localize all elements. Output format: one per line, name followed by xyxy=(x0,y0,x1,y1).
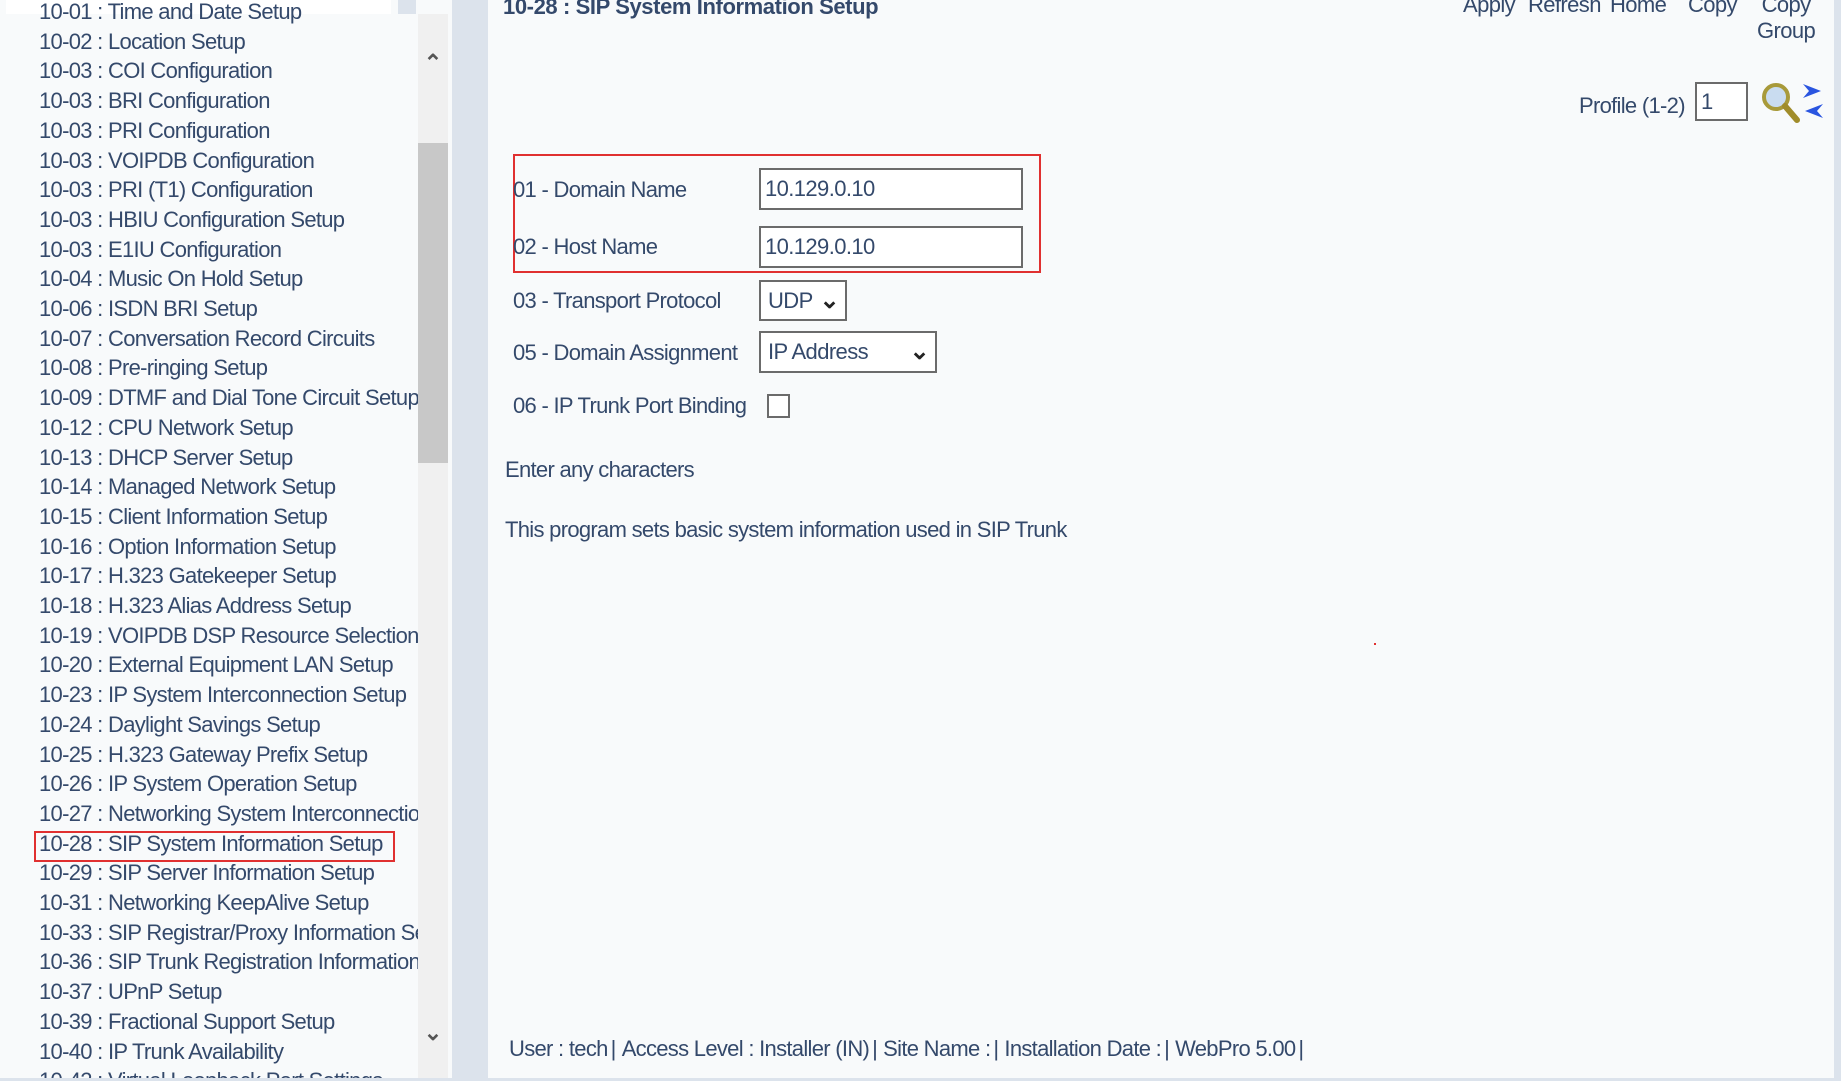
sidebar: 10-01 : Time and Date Setup 10-02 : Locat… xyxy=(0,0,450,1081)
sidebar-item[interactable]: 10-03 : COI Configuration xyxy=(39,58,273,84)
status-footer: User : tech | Access Level : Installer (I… xyxy=(509,1036,1304,1061)
domain-assignment-label: 05 - Domain Assignment xyxy=(513,340,738,365)
sidebar-item[interactable]: 10-37 : UPnP Setup xyxy=(39,979,222,1005)
sidebar-item[interactable]: 10-40 : IP Trunk Availability xyxy=(39,1039,284,1065)
sidebar-item[interactable]: 10-29 : SIP Server Information Setup xyxy=(39,860,375,886)
domain-assignment-value: IP Address xyxy=(768,339,869,364)
host-name-input[interactable]: 10.129.0.10 xyxy=(759,226,1023,268)
selected-item-highlight xyxy=(34,831,395,862)
sidebar-item[interactable]: 10-01 : Time and Date Setup xyxy=(39,0,302,25)
sidebar-item[interactable]: 10-31 : Networking KeepAlive Setup xyxy=(39,890,369,916)
copy-group-line2: Group xyxy=(1757,18,1816,43)
sidebar-item[interactable]: 10-04 : Music On Hold Setup xyxy=(39,266,303,292)
sidebar-item[interactable]: 10-12 : CPU Network Setup xyxy=(39,415,294,441)
sidebar-item[interactable]: 10-09 : DTMF and Dial Tone Circuit Setup xyxy=(39,385,419,411)
domain-name-label: 01 - Domain Name xyxy=(513,177,687,202)
domain-name-input[interactable]: 10.129.0.10 xyxy=(759,168,1023,210)
transport-protocol-select[interactable]: UDP ⌄ xyxy=(759,280,847,321)
apply-button[interactable]: Apply xyxy=(1463,0,1516,18)
page-title: 10-28 : SIP System Information Setup xyxy=(503,0,879,19)
sidebar-item[interactable]: 10-23 : IP System Interconnection Setup xyxy=(39,682,407,708)
sidebar-item[interactable]: 10-19 : VOIPDB DSP Resource Selection xyxy=(39,623,419,649)
description-text: This program sets basic system informati… xyxy=(505,517,1067,542)
sidebar-item[interactable]: 10-03 : VOIPDB Configuration xyxy=(39,148,315,174)
sidebar-scrollbar[interactable]: ⌃ ⌄ xyxy=(418,14,448,1081)
footer-access-level: Access Level : Installer (IN) xyxy=(621,1036,870,1061)
sidebar-item[interactable]: 10-03 : HBIU Configuration Setup xyxy=(39,207,345,233)
scroll-down-icon[interactable]: ⌄ xyxy=(421,1020,445,1045)
host-name-label: 02 - Host Name xyxy=(513,234,658,259)
transport-protocol-label: 03 - Transport Protocol xyxy=(513,288,721,313)
domain-assignment-select[interactable]: IP Address ⌄ xyxy=(759,331,937,373)
sidebar-item[interactable]: 10-02 : Location Setup xyxy=(39,29,246,55)
sidebar-item[interactable]: 10-33 : SIP Registrar/Proxy Information … xyxy=(39,920,419,946)
hint-text: Enter any characters xyxy=(505,457,695,482)
sidebar-item[interactable]: 10-39 : Fractional Support Setup xyxy=(39,1009,335,1035)
sidebar-item[interactable]: 10-08 : Pre-ringing Setup xyxy=(39,355,268,381)
copy-group-button[interactable]: Copy Group xyxy=(1757,0,1816,44)
sidebar-item[interactable]: 10-14 : Managed Network Setup xyxy=(39,474,336,500)
sidebar-item[interactable]: 10-03 : BRI Configuration xyxy=(39,88,270,114)
magnifier-icon[interactable] xyxy=(1760,80,1800,124)
refresh-button[interactable]: Refresh xyxy=(1528,0,1601,18)
ip-trunk-port-binding-checkbox[interactable] xyxy=(767,394,790,418)
right-border xyxy=(1834,0,1841,1081)
sidebar-item[interactable]: 10-03 : PRI (T1) Configuration xyxy=(39,177,313,203)
footer-site-name: Site Name : xyxy=(883,1036,991,1061)
footer-version: WebPro 5.00 xyxy=(1175,1036,1296,1061)
profile-label: Profile (1-2) xyxy=(1579,93,1686,118)
frame-divider[interactable] xyxy=(452,0,488,1081)
chevron-down-icon: ⌄ xyxy=(819,287,839,314)
sidebar-item[interactable]: 10-03 : PRI Configuration xyxy=(39,118,270,144)
sidebar-item[interactable]: 10-24 : Daylight Savings Setup xyxy=(39,712,321,738)
footer-user: User : tech xyxy=(509,1036,608,1061)
scrollbar-thumb[interactable] xyxy=(418,143,448,463)
next-prev-arrows-icon[interactable] xyxy=(1801,80,1825,122)
sidebar-item[interactable]: 10-03 : E1IU Configuration xyxy=(39,237,282,263)
sidebar-item[interactable]: 10-20 : External Equipment LAN Setup xyxy=(39,652,394,678)
transport-protocol-value: UDP xyxy=(768,287,813,313)
copy-group-line1: Copy xyxy=(1761,0,1812,17)
sidebar-item[interactable]: 10-16 : Option Information Setup xyxy=(39,534,336,560)
program-list: 10-01 : Time and Date Setup 10-02 : Locat… xyxy=(39,0,419,1081)
chevron-down-icon: ⌄ xyxy=(909,338,929,365)
red-dot xyxy=(1374,643,1376,645)
sidebar-item[interactable]: 10-17 : H.323 Gatekeeper Setup xyxy=(39,563,337,589)
sidebar-item[interactable]: 10-26 : IP System Operation Setup xyxy=(39,771,357,797)
copy-button[interactable]: Copy xyxy=(1688,0,1738,18)
sidebar-item[interactable]: 10-07 : Conversation Record Circuits xyxy=(39,326,375,352)
sidebar-item[interactable]: 10-13 : DHCP Server Setup xyxy=(39,445,293,471)
footer-installation-date: Installation Date : xyxy=(1004,1036,1162,1061)
home-button[interactable]: Home xyxy=(1610,0,1667,18)
sidebar-item[interactable]: 10-25 : H.323 Gateway Prefix Setup xyxy=(39,742,368,768)
sidebar-item[interactable]: 10-36 : SIP Trunk Registration Informati… xyxy=(39,949,419,975)
sidebar-item[interactable]: 10-18 : H.323 Alias Address Setup xyxy=(39,593,352,619)
sidebar-item[interactable]: 10-06 : ISDN BRI Setup xyxy=(39,296,258,322)
sidebar-item[interactable]: 10-15 : Client Information Setup xyxy=(39,504,328,530)
scroll-up-icon[interactable]: ⌃ xyxy=(421,50,445,75)
ip-trunk-port-binding-label: 06 - IP Trunk Port Binding xyxy=(513,393,747,418)
profile-input[interactable]: 1 xyxy=(1695,82,1748,121)
sidebar-item[interactable]: 10-27 : Networking System Interconnectio… xyxy=(39,801,419,827)
